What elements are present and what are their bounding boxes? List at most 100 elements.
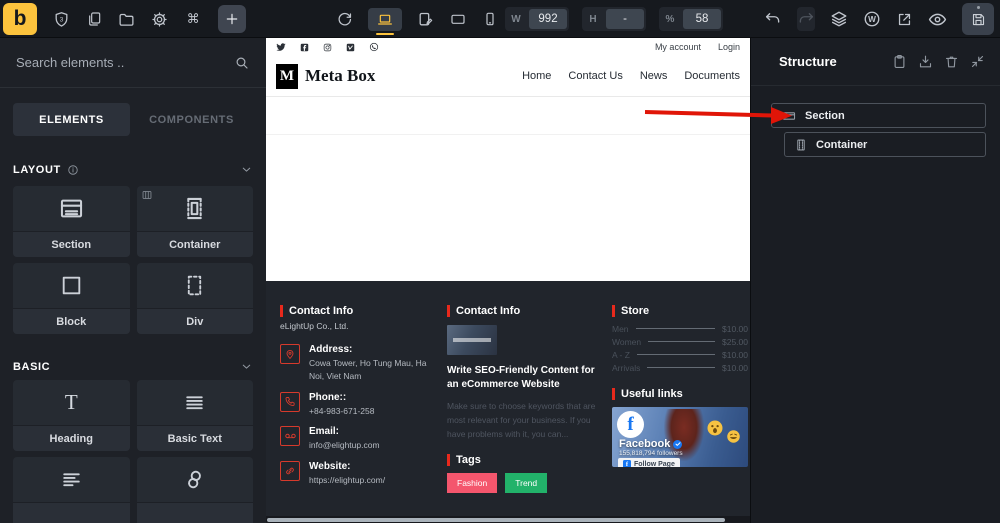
- device-tablet-landscape-button[interactable]: [449, 11, 467, 27]
- tab-components[interactable]: COMPONENTS: [130, 103, 253, 136]
- element-card-label: Container: [137, 231, 254, 257]
- post-title[interactable]: Write SEO-Friendly Content for an eComme…: [447, 364, 602, 391]
- store-row[interactable]: Men$10.00: [612, 322, 748, 335]
- element-card-rich-text[interactable]: [13, 457, 130, 523]
- basic-group-header[interactable]: BASIC: [13, 360, 253, 373]
- pages-icon[interactable]: [86, 11, 102, 27]
- element-card-basic-text[interactable]: Basic Text: [137, 380, 254, 451]
- device-mobile-button[interactable]: [482, 11, 498, 27]
- element-card-label: Section: [13, 231, 130, 257]
- width-input[interactable]: 992: [529, 9, 567, 29]
- shield-version-icon[interactable]: 3: [53, 11, 70, 28]
- site-topbar: My account Login: [266, 38, 750, 56]
- shortcuts-command-icon[interactable]: ⌘: [184, 10, 202, 28]
- tag-fashion[interactable]: Fashion: [447, 473, 497, 493]
- element-card-block[interactable]: Block: [13, 263, 130, 334]
- nav-link-documents[interactable]: Documents: [684, 70, 740, 82]
- nav-link-news[interactable]: News: [640, 70, 668, 82]
- social-icons-row: [276, 42, 379, 52]
- store-row[interactable]: Arrivals$10.00: [612, 361, 748, 374]
- height-input-group: H -: [582, 7, 646, 31]
- settings-gear-icon[interactable]: [151, 11, 168, 28]
- facebook-page-widget[interactable]: f Facebook 155,818,794 followers f Follo…: [612, 407, 748, 467]
- external-link-icon[interactable]: [896, 11, 913, 28]
- footer-contact-column: Contact Info eLightUp Co., Ltd. Address:…: [280, 305, 432, 487]
- clipboard-icon[interactable]: [892, 54, 907, 69]
- chevron-down-icon[interactable]: [240, 163, 253, 176]
- post-excerpt: Make sure to choose keywords that are mo…: [447, 399, 602, 441]
- element-card-label: [13, 502, 130, 523]
- percent-input-group: % 58: [659, 7, 723, 31]
- import-download-icon[interactable]: [918, 54, 933, 69]
- element-card-label: Basic Text: [137, 425, 254, 451]
- layout-group-title: LAYOUT: [13, 164, 61, 176]
- section-divider: [266, 134, 750, 135]
- block-element-icon: [13, 263, 130, 308]
- chevron-down-icon[interactable]: [240, 360, 253, 373]
- search-input[interactable]: [16, 55, 234, 70]
- store-row[interactable]: A - Z$10.00: [612, 348, 748, 361]
- element-card-heading[interactable]: T Heading: [13, 380, 130, 451]
- location-pin-icon: [280, 344, 300, 364]
- preview-canvas[interactable]: My account Login M Meta Box Home Contact…: [266, 38, 750, 523]
- folder-icon[interactable]: [118, 11, 135, 28]
- twitter-icon[interactable]: [276, 42, 286, 52]
- store-row[interactable]: Women$25.00: [612, 335, 748, 348]
- login-link[interactable]: Login: [718, 42, 740, 52]
- link-icon: [280, 461, 300, 481]
- nav-link-home[interactable]: Home: [522, 70, 551, 82]
- nav-link-contact[interactable]: Contact Us: [568, 70, 622, 82]
- wordpress-icon[interactable]: W: [863, 10, 881, 28]
- footer-heading: Contact Info: [447, 305, 602, 317]
- undo-icon[interactable]: [764, 10, 782, 28]
- laptop-icon: [376, 12, 394, 28]
- collapse-panel-icon[interactable]: [970, 54, 985, 69]
- search-icon[interactable]: [234, 55, 250, 71]
- instagram-icon[interactable]: [323, 43, 332, 52]
- post-thumbnail[interactable]: [447, 325, 497, 355]
- structure-item-section[interactable]: Section: [771, 103, 986, 128]
- builder-logo[interactable]: b: [3, 3, 37, 35]
- container-element-icon: [137, 186, 254, 231]
- add-element-button[interactable]: [218, 5, 246, 33]
- useful-links-heading: Useful links: [612, 388, 748, 400]
- element-card-section[interactable]: Section: [13, 186, 130, 257]
- horizontal-scrollbar[interactable]: [266, 516, 750, 523]
- trash-icon[interactable]: [944, 54, 959, 69]
- svg-text:3: 3: [60, 16, 64, 23]
- shocked-emoji-icon: [706, 419, 724, 437]
- site-logo[interactable]: M: [276, 64, 298, 89]
- height-input[interactable]: -: [606, 9, 644, 29]
- structure-item-container[interactable]: Container: [784, 132, 986, 157]
- tag-trend[interactable]: Trend: [505, 473, 547, 493]
- layers-icon[interactable]: [830, 10, 848, 28]
- svg-text:⌘: ⌘: [187, 11, 200, 26]
- follow-page-button[interactable]: f Follow Page: [618, 458, 680, 467]
- heading-element-icon: T: [13, 380, 130, 425]
- scrollbar-thumb[interactable]: [267, 518, 725, 523]
- element-card-link[interactable]: [137, 457, 254, 523]
- structure-title: Structure: [779, 54, 837, 69]
- site-title[interactable]: Meta Box: [305, 66, 375, 86]
- facebook-page-name[interactable]: Facebook: [619, 438, 670, 450]
- tab-elements[interactable]: ELEMENTS: [13, 103, 130, 136]
- structure-panel: Structure Section Container: [750, 38, 1000, 523]
- builder-logo-letter: b: [14, 7, 27, 31]
- redo-icon[interactable]: [797, 7, 815, 31]
- percent-input[interactable]: 58: [683, 9, 721, 29]
- save-button[interactable]: [962, 3, 994, 35]
- phone-icon: [280, 392, 300, 412]
- layout-group-header[interactable]: LAYOUT: [13, 163, 253, 176]
- facebook-icon[interactable]: [300, 43, 309, 52]
- footer-heading: Contact Info: [280, 305, 432, 317]
- preview-eye-icon[interactable]: [928, 10, 947, 29]
- refresh-icon[interactable]: [336, 11, 353, 28]
- height-label: H: [582, 14, 604, 25]
- my-account-link[interactable]: My account: [655, 42, 701, 52]
- element-card-div[interactable]: Div: [137, 263, 254, 334]
- device-tablet-pen-button[interactable]: [417, 11, 434, 28]
- device-desktop-button[interactable]: [368, 8, 402, 31]
- whatsapp-icon[interactable]: [369, 42, 379, 52]
- vimeo-icon[interactable]: [346, 43, 355, 52]
- element-card-container[interactable]: Container: [137, 186, 254, 257]
